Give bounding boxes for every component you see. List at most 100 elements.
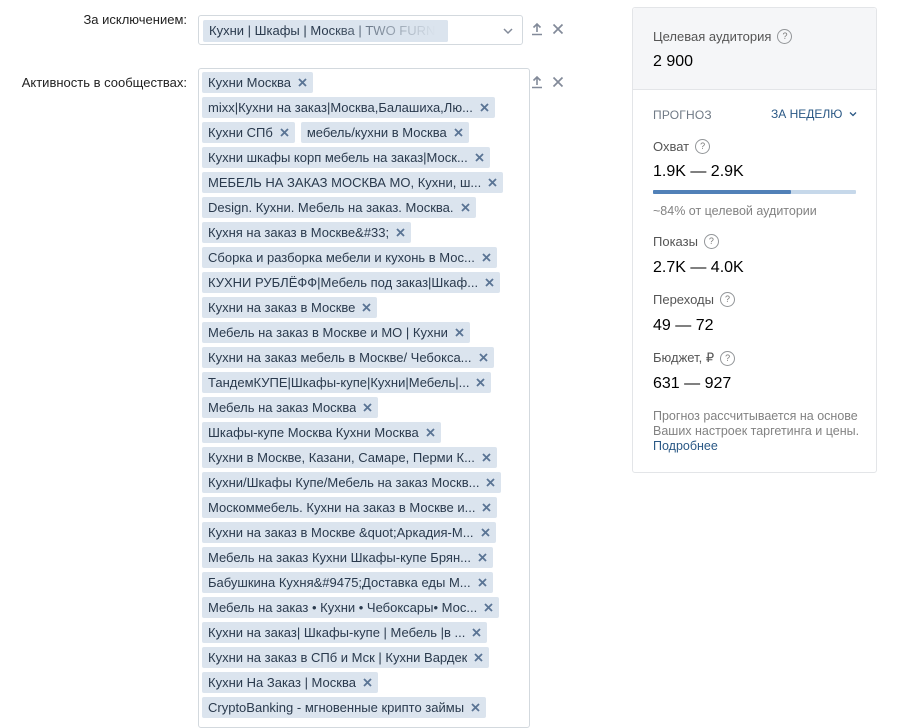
remove-chip-icon[interactable] (487, 177, 498, 188)
chevron-down-icon[interactable] (502, 25, 514, 37)
chip-row: Мебель на заказ в Москве и МО | Кухни (202, 321, 524, 346)
community-chip[interactable]: Кухни на заказ мебель в Москве/ Чебокса.… (202, 347, 494, 368)
community-chip-label: Мебель на заказ • Кухни • Чебоксары• Мос… (208, 600, 478, 615)
impressions-value: 2.7K — 4.0K (653, 259, 744, 276)
help-icon[interactable]: ? (703, 234, 719, 249)
community-chip[interactable]: Кухни/Шкафы Купе/Мебель на заказ Москв..… (202, 472, 502, 493)
chip-row: КУХНИ РУБЛЁФФ|Мебель под заказ|Шкаф... (202, 271, 524, 296)
community-chip[interactable]: ТандемКУПЕ|Шкафы-купе|Кухни|Мебель|... (202, 372, 492, 393)
budget-label: Бюджет, ₽ ? (653, 350, 736, 366)
chevron-down-icon (849, 112, 857, 117)
community-chip[interactable]: МЕБЕЛЬ НА ЗАКАЗ МОСКВА МО, Кухни, ш... (202, 172, 504, 193)
remove-chip-icon[interactable] (480, 527, 491, 538)
upload-icon[interactable] (530, 22, 544, 36)
remove-chip-icon[interactable] (474, 152, 485, 163)
community-chip[interactable]: Кухни на заказ| Шкафы-купе | Мебель |в .… (202, 622, 488, 643)
community-chip[interactable]: Мебель на заказ Москва (202, 397, 379, 418)
community-chip[interactable]: Кухни на заказ в СПб и Мск | Кухни Варде… (202, 647, 490, 668)
remove-chip-icon[interactable] (477, 552, 488, 563)
target-audience-label-text: Целевая аудитория (653, 29, 772, 44)
remove-chip-icon[interactable] (483, 602, 494, 613)
community-chip-label: Кухни/Шкафы Купе/Мебель на заказ Москв..… (208, 475, 480, 490)
target-audience-label: Целевая аудитория ? (653, 29, 793, 44)
community-chip[interactable]: Кухни в Москве, Казани, Самаре, Перми К.… (202, 447, 497, 468)
chip-row: Кухни на заказ| Шкафы-купе | Мебель |в .… (202, 621, 524, 646)
remove-chip-icon[interactable] (479, 102, 490, 113)
community-chip[interactable]: mixx|Кухни на заказ|Москва,Балашиха,Лю..… (202, 97, 495, 118)
chip-row: Кухни в Москве, Казани, Самаре, Перми К.… (202, 446, 524, 471)
remove-chip-icon[interactable] (362, 677, 373, 688)
remove-chip-icon[interactable] (471, 627, 482, 638)
community-chip[interactable]: Кухни Москва (202, 72, 314, 93)
remove-chip-icon[interactable] (362, 402, 373, 413)
remove-chip-icon[interactable] (481, 502, 492, 513)
community-chip[interactable]: Кухни На Заказ | Москва (202, 672, 378, 693)
forecast-note: Прогноз рассчитывается на основе Ваших н… (653, 409, 863, 454)
target-audience-section: Целевая аудитория ? 2 900 (633, 8, 876, 90)
remove-chip-icon[interactable] (453, 127, 464, 138)
reach-label: Охват ? (653, 139, 711, 154)
budget-label-text: Бюджет, ₽ (653, 350, 715, 365)
help-icon[interactable]: ? (777, 29, 793, 44)
reach-progress-fill (653, 190, 792, 194)
remove-chip-icon[interactable] (470, 702, 481, 713)
community-chip[interactable]: Мебель на заказ Кухни Шкафы-купе Брян... (202, 547, 493, 568)
impressions-label-text: Показы (653, 234, 698, 249)
community-chip[interactable]: Design. Кухни. Мебель на заказ. Москва. (202, 197, 476, 218)
community-chip[interactable]: Кухни на заказ в Москве &quot;Аркадия-М.… (202, 522, 496, 543)
remove-chip-icon[interactable] (484, 277, 495, 288)
chip-row: Шкафы-купе Москва Кухни Москва (202, 421, 524, 446)
community-chip[interactable]: КУХНИ РУБЛЁФФ|Мебель под заказ|Шкаф... (202, 272, 501, 293)
remove-chip-icon[interactable] (279, 127, 290, 138)
chip-row: Мебель на заказ Москва (202, 396, 524, 421)
community-chip[interactable]: Мебель на заказ • Кухни • Чебоксары• Мос… (202, 597, 500, 618)
upload-icon[interactable] (530, 75, 544, 89)
remove-chip-icon[interactable] (460, 202, 471, 213)
budget-value: 631 — 927 (653, 375, 732, 392)
remove-chip-icon[interactable] (485, 477, 496, 488)
community-chip[interactable]: Кухни на заказ в Москве (202, 297, 378, 318)
exclusion-input[interactable]: Кухни | Шкафы | Москва | TWO FURNI (198, 15, 523, 45)
remove-chip-icon[interactable] (478, 352, 489, 363)
remove-chip-icon[interactable] (475, 377, 486, 388)
remove-chip-icon[interactable] (481, 452, 492, 463)
chip-row: ТандемКУПЕ|Шкафы-купе|Кухни|Мебель|... (202, 371, 524, 396)
exclusion-chip[interactable]: Кухни | Шкафы | Москва | TWO FURNI (203, 20, 448, 42)
chip-row: Москоммебель. Кухни на заказ в Москве и.… (202, 496, 524, 521)
community-chip[interactable]: Кухня на заказ в Москве&#33; (202, 222, 412, 243)
community-chip[interactable]: CryptoBanking - мгновенные крипто займы (202, 697, 487, 718)
community-chip-label: Design. Кухни. Мебель на заказ. Москва. (208, 200, 454, 215)
help-icon[interactable]: ? (720, 350, 736, 366)
remove-chip-icon[interactable] (454, 327, 465, 338)
community-chip[interactable]: Кухни шкафы корп мебель на заказ|Моск... (202, 147, 490, 168)
more-link[interactable]: Подробнее (653, 439, 718, 453)
remove-chip-icon[interactable] (361, 302, 372, 313)
close-icon[interactable] (551, 22, 565, 36)
community-chip-label: Кухни СПб (208, 125, 273, 140)
community-chip-label: МЕБЕЛЬ НА ЗАКАЗ МОСКВА МО, Кухни, ш... (208, 175, 482, 190)
remove-chip-icon[interactable] (477, 577, 488, 588)
remove-chip-icon[interactable] (395, 227, 406, 238)
remove-chip-icon[interactable] (473, 652, 484, 663)
period-dropdown[interactable]: ЗА НЕДЕЛЮ (771, 107, 858, 121)
forecast-panel: Целевая аудитория ? 2 900 ПРОГНОЗ ЗА НЕД… (632, 7, 877, 473)
community-chip[interactable]: Сборка и разборка мебели и кухонь в Мос.… (202, 247, 497, 268)
reach-note: ~84% от целевой аудитории (653, 204, 817, 218)
community-chip[interactable]: Мебель на заказ в Москве и МО | Кухни (202, 322, 470, 343)
chip-row: МЕБЕЛЬ НА ЗАКАЗ МОСКВА МО, Кухни, ш... (202, 171, 524, 196)
community-chip[interactable]: Москоммебель. Кухни на заказ в Москве и.… (202, 497, 498, 518)
help-icon[interactable]: ? (719, 292, 735, 307)
chip-row: Кухни СПб мебель/кухни в Москва (202, 121, 524, 146)
community-chip-label: Мебель на заказ Москва (208, 400, 357, 415)
remove-chip-icon[interactable] (425, 427, 436, 438)
community-chip[interactable]: мебель/кухни в Москва (300, 122, 469, 143)
remove-chip-icon[interactable] (297, 77, 308, 88)
community-chip[interactable]: Кухни СПб (202, 122, 295, 143)
community-chip[interactable]: Бабушкина Кухня&#9475;Доставка еды М... (202, 572, 493, 593)
help-icon[interactable]: ? (695, 139, 711, 154)
community-chip[interactable]: Шкафы-купе Москва Кухни Москва (202, 422, 441, 443)
remove-chip-icon[interactable] (481, 252, 492, 263)
close-icon[interactable] (551, 75, 565, 89)
community-chip-label: Сборка и разборка мебели и кухонь в Мос.… (208, 250, 475, 265)
communities-input[interactable]: Кухни Москва mixx|Кухни на заказ|Москва,Б… (198, 68, 530, 728)
